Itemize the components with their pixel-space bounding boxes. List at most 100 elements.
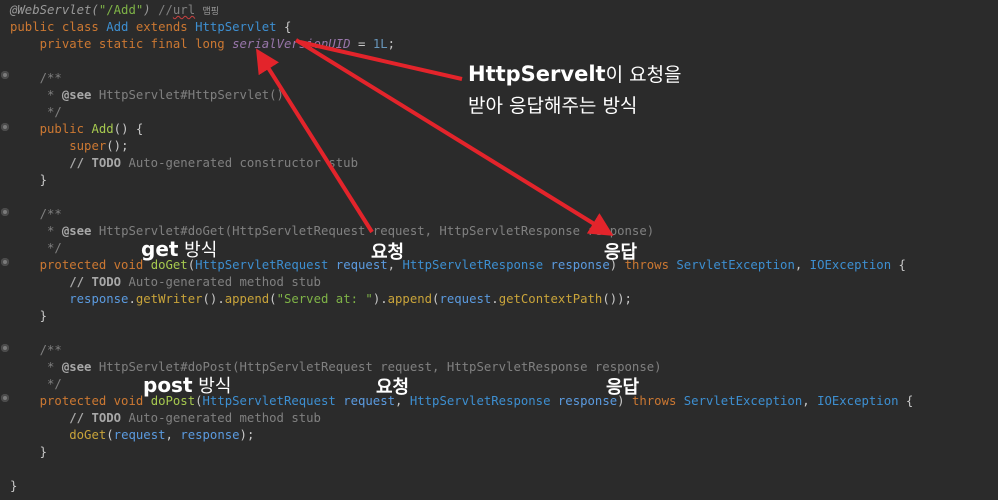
fold-marker-icon[interactable] [1,71,9,79]
brace: } [39,173,48,187]
type-name: HttpServletResponse [409,394,551,408]
code-line-field: private static final long serialVersionU… [10,36,395,53]
punctuation: (). [202,292,225,306]
doc-comment: */ [39,377,62,391]
parameter: response [550,258,610,272]
doc-comment: */ [39,105,62,119]
punctuation: (); [106,139,129,153]
keyword: public class [10,20,99,34]
code-line-doc-open: /** [10,206,62,223]
code-line-doc-open: /** [10,70,62,87]
code-line-close: } [10,308,47,325]
get-rest: 방식 [178,240,218,261]
code-line-doc-close: */ [10,240,62,257]
comment: // [150,3,173,17]
brace: } [39,445,48,459]
code-line-class-decl: public class Add extends HttpServlet { [10,19,291,36]
note-httpservlet: HttpServelt이 요청을 받아 응답해주는 방식 [468,59,682,121]
variable: request [113,428,166,442]
code-line-todo: // TODO Auto-generated method stub [10,410,321,427]
superclass-name: HttpServlet [195,20,277,34]
exception-name: IOException [809,258,892,272]
exception-name: IOException [817,394,899,408]
variable: response [180,428,240,442]
doc-star: * [39,224,62,238]
punctuation: ( [106,428,114,442]
keyword: extends [135,20,188,34]
code-line-doc-close: */ [10,104,62,121]
variable: request [439,292,492,306]
keyword: protected void [39,394,144,408]
string-literal: "Served at: " [276,292,373,306]
note-text-line2: 받아 응답해주는 방식 [468,95,638,117]
label-response-2: 응답 [606,377,640,398]
doc-tag: @see [61,88,92,102]
doc-comment: /** [39,71,62,85]
annotation-keyword: @WebServlet( [10,3,99,17]
class-name: Add [106,20,129,34]
brace: { [891,258,906,272]
fold-marker-icon[interactable] [1,123,9,131]
brace: } [39,309,48,323]
code-line-doc-close: */ [10,376,62,393]
get-bold: get [141,237,179,261]
punctuation: () { [113,122,144,136]
todo-tag: // TODO [69,275,122,289]
method-call: append [387,292,433,306]
exception-name: ServletException [683,394,803,408]
punctuation: ); [239,428,255,442]
post-bold: post [143,373,193,397]
comment: Auto-generated constructor stub [121,156,358,170]
method-call: append [224,292,270,306]
method-call: doGet [69,428,107,442]
brace: { [276,20,292,34]
keyword: super [69,139,107,153]
exception-name: ServletException [676,258,795,272]
code-line-response-append: response.getWriter().append("Served at: … [10,291,632,308]
fold-marker-icon[interactable] [1,344,9,352]
doc-comment: /** [39,207,62,221]
label-response-1: 응답 [604,242,638,263]
field-name: serialVersionUID [232,37,351,51]
method-call: getWriter [135,292,203,306]
label-post-method: post 방식 [143,372,231,398]
fold-marker-icon[interactable] [1,208,9,216]
fold-marker-icon[interactable] [1,258,9,266]
number-literal: 1L [372,37,388,51]
code-line-doc-open: /** [10,342,62,359]
doc-tag: @see [61,360,92,374]
comment: Auto-generated method stub [121,275,321,289]
punctuation: . [491,292,499,306]
code-line-todo: // TODO Auto-generated constructor stub [10,155,358,172]
keyword: public [39,122,85,136]
code-line-class-close: } [10,478,17,495]
todo-tag: // TODO [69,156,122,170]
code-line-todo: // TODO Auto-generated method stub [10,274,321,291]
code-line-super: super(); [10,138,128,155]
method-call: getContextPath [498,292,603,306]
doc-comment: /** [39,343,62,357]
annotation-close: ) [143,3,151,17]
fold-marker-icon[interactable] [1,394,9,402]
type-name: HttpServletResponse [402,258,544,272]
code-line-doc-see: * @see HttpServlet#doPost(HttpServletReq… [10,359,662,376]
punctuation: ( [269,292,277,306]
punctuation: . [128,292,136,306]
note-text: 이 요청을 [605,64,682,86]
doc-star: * [39,360,62,374]
variable: response [69,292,129,306]
comment: Auto-generated method stub [121,411,321,425]
punctuation: , [165,428,181,442]
doc-star: * [39,88,62,102]
doc-tag: @see [61,224,92,238]
todo-tag: // TODO [69,411,122,425]
code-line-doc-see: * @see HttpServlet#doGet(HttpServletRequ… [10,223,654,240]
punctuation: ). [372,292,388,306]
string-literal: "/Add" [98,3,144,17]
code-line-constructor: public Add() { [10,121,144,138]
doc-text: HttpServlet#HttpServlet() [91,88,284,102]
note-bold-text: HttpServelt [468,62,606,86]
label-get-method: get 방식 [141,236,217,262]
comment-mapping: 맵핑 [202,7,220,17]
operator: = [350,37,373,51]
